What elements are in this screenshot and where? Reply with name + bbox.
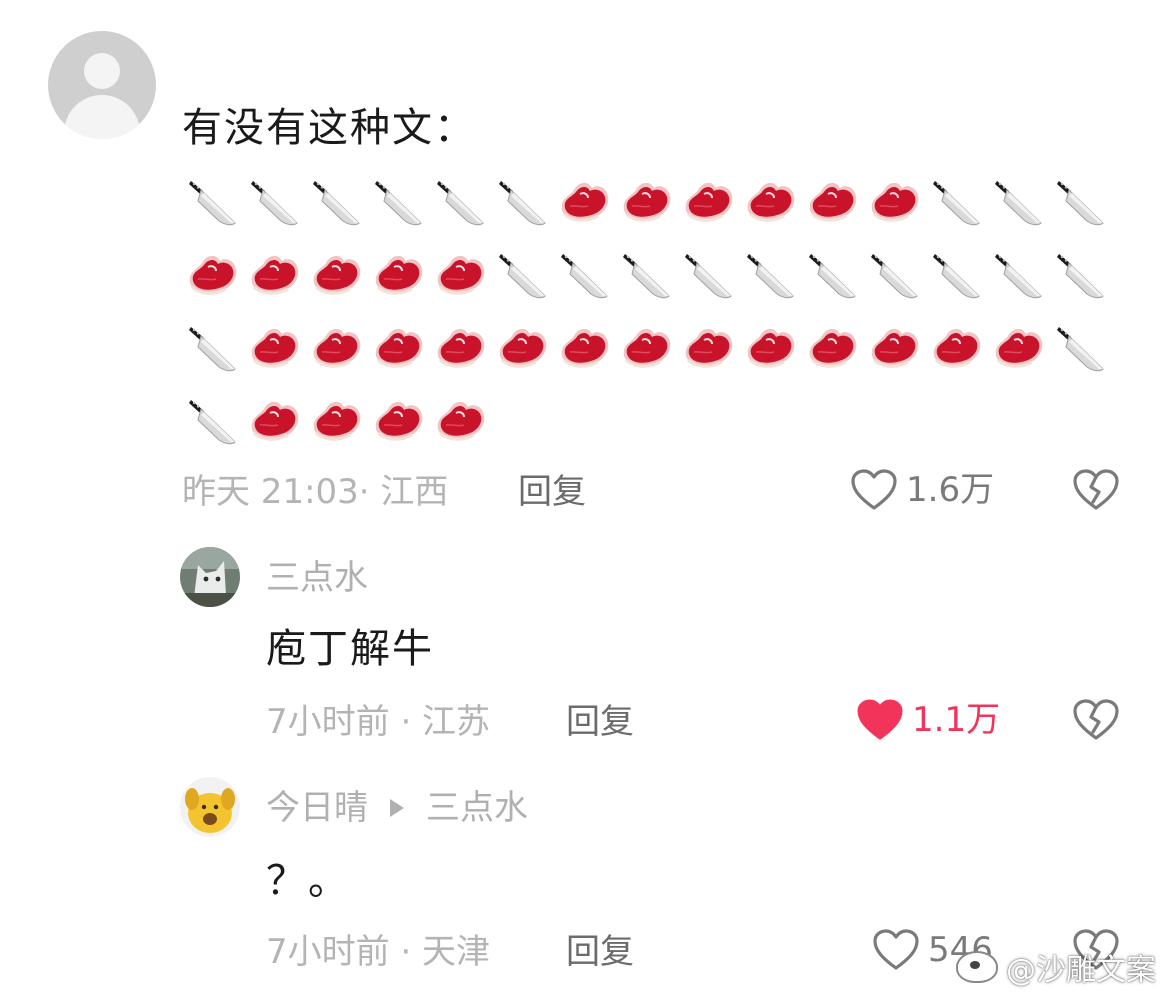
kitchen-knife-icon xyxy=(182,318,244,380)
broken-heart-icon xyxy=(1073,469,1119,510)
meat-cut-icon xyxy=(616,172,678,234)
heart-outline-icon xyxy=(851,469,897,510)
kitchen-knife-icon xyxy=(1050,245,1112,307)
kitchen-knife-icon xyxy=(988,172,1050,234)
emoji-row xyxy=(182,312,1122,385)
meat-cut-icon xyxy=(306,391,368,453)
meat-cut-icon xyxy=(554,172,616,234)
meat-cut-icon xyxy=(802,172,864,234)
reply-author-name: 三点水 xyxy=(266,558,368,598)
meat-cut-icon xyxy=(678,318,740,380)
like-count: 1.1万 xyxy=(912,700,1001,740)
emoji-row xyxy=(182,239,1122,312)
meat-cut-icon xyxy=(430,245,492,307)
meat-cut-icon xyxy=(988,318,1050,380)
meat-cut-icon xyxy=(430,391,492,453)
broken-heart-icon xyxy=(1073,699,1119,740)
like-button[interactable]: 1.6万 xyxy=(850,468,994,512)
meat-cut-icon xyxy=(368,318,430,380)
reply-avatar[interactable] xyxy=(180,547,240,607)
kitchen-knife-icon xyxy=(926,245,988,307)
like-button[interactable]: 1.1万 xyxy=(856,698,1000,742)
kitchen-knife-icon xyxy=(1050,172,1112,234)
reply-text: ？。 xyxy=(266,858,350,904)
reply-meta: 7小时前 · 天津 xyxy=(266,932,491,972)
dislike-button[interactable] xyxy=(1072,698,1120,746)
kitchen-knife-icon xyxy=(616,245,678,307)
reply-text: 庖丁解牛 xyxy=(266,626,434,672)
commenter-avatar[interactable] xyxy=(48,31,156,139)
meat-cut-icon xyxy=(926,318,988,380)
dog-avatar-icon xyxy=(180,777,240,837)
kitchen-knife-icon xyxy=(802,245,864,307)
meat-cut-icon xyxy=(182,245,244,307)
kitchen-knife-icon xyxy=(1050,318,1112,380)
reply-target-name: 三点水 xyxy=(426,788,528,828)
comment-meta: 昨天 21:03· 江西 xyxy=(182,472,449,512)
reply-author[interactable]: 今日晴 三点水 xyxy=(266,788,528,828)
comment-text: 有没有这种文： xyxy=(182,105,476,151)
kitchen-knife-icon xyxy=(182,172,244,234)
kitchen-knife-icon xyxy=(244,172,306,234)
meat-cut-icon xyxy=(864,172,926,234)
meat-cut-icon xyxy=(244,245,306,307)
watermark: @沙雕文案 xyxy=(956,945,1156,989)
kitchen-knife-icon xyxy=(864,245,926,307)
emoji-row xyxy=(182,166,1122,239)
meat-cut-icon xyxy=(430,318,492,380)
reply-button[interactable]: 回复 xyxy=(566,702,634,742)
heart-outline-icon xyxy=(873,929,919,970)
reply-button[interactable]: 回复 xyxy=(518,472,586,512)
kitchen-knife-icon xyxy=(492,245,554,307)
kitchen-knife-icon xyxy=(306,172,368,234)
reply-author[interactable]: 三点水 xyxy=(266,558,368,598)
heart-filled-icon xyxy=(857,699,903,740)
reply-button[interactable]: 回复 xyxy=(566,932,634,972)
watermark-text: @沙雕文案 xyxy=(1006,953,1156,988)
kitchen-knife-icon xyxy=(926,172,988,234)
reply-author-name: 今日晴 xyxy=(266,788,368,828)
meat-cut-icon xyxy=(616,318,678,380)
reply-arrow-icon xyxy=(390,799,404,817)
meat-cut-icon xyxy=(306,318,368,380)
meat-cut-icon xyxy=(244,318,306,380)
meat-cut-icon xyxy=(740,172,802,234)
kitchen-knife-icon xyxy=(182,391,244,453)
meat-cut-icon xyxy=(244,391,306,453)
meat-cut-icon xyxy=(554,318,616,380)
like-count: 1.6万 xyxy=(906,470,995,510)
reply-meta: 7小时前 · 江苏 xyxy=(266,702,491,742)
kitchen-knife-icon xyxy=(492,172,554,234)
kitchen-knife-icon xyxy=(740,245,802,307)
meat-cut-icon xyxy=(678,172,740,234)
reply-avatar[interactable] xyxy=(180,777,240,837)
meat-cut-icon xyxy=(740,318,802,380)
kitchen-knife-icon xyxy=(554,245,616,307)
meat-cut-icon xyxy=(306,245,368,307)
dislike-button[interactable] xyxy=(1072,468,1120,516)
meat-cut-icon xyxy=(368,391,430,453)
kitchen-knife-icon xyxy=(430,172,492,234)
meat-cut-icon xyxy=(492,318,554,380)
emoji-grid xyxy=(182,166,1122,458)
kitchen-knife-icon xyxy=(368,172,430,234)
meat-cut-icon xyxy=(368,245,430,307)
meat-cut-icon xyxy=(802,318,864,380)
kitchen-knife-icon xyxy=(988,245,1050,307)
cat-avatar-icon xyxy=(180,547,240,607)
emoji-row xyxy=(182,385,1122,458)
meat-cut-icon xyxy=(864,318,926,380)
kitchen-knife-icon xyxy=(678,245,740,307)
weibo-icon xyxy=(956,951,998,983)
